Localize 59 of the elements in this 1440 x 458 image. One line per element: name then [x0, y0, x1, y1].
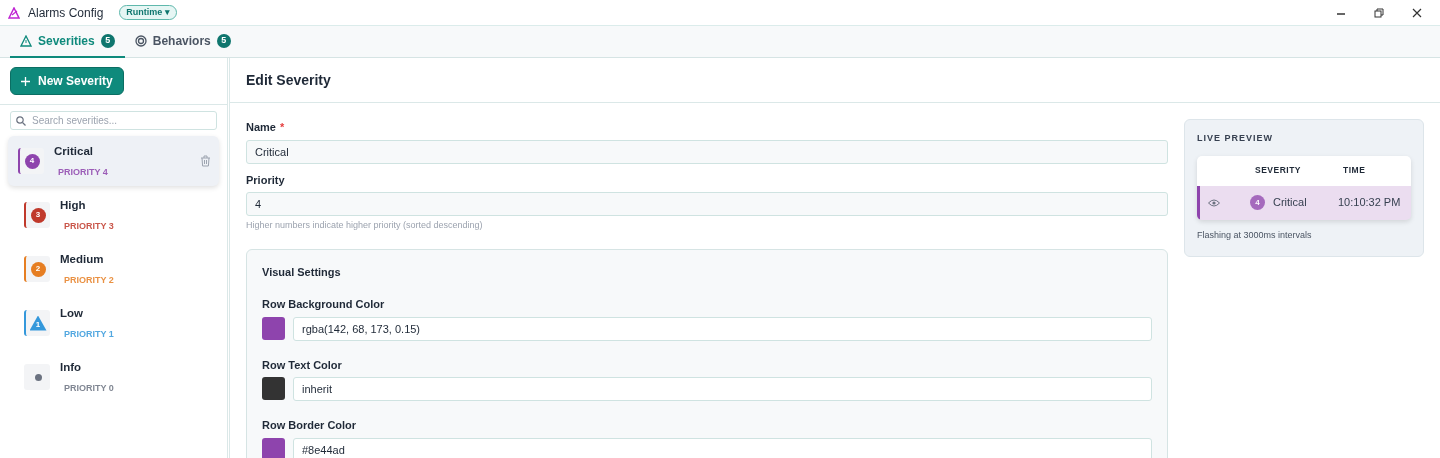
panel-title: LIVE PREVIEW	[1197, 132, 1274, 145]
tab[interactable]: Severities 5	[10, 26, 125, 58]
priority-label: PRIORITY 3	[64, 219, 115, 233]
field-label: Row Background Color	[262, 297, 386, 312]
field-label: Row Border Color	[262, 418, 358, 433]
priority-label: PRIORITY 4	[58, 165, 109, 179]
field-label: Priority	[246, 172, 286, 188]
field-label: Row Text Color	[262, 357, 343, 373]
mode-dropdown[interactable]: Runtime ▾	[119, 4, 177, 21]
input-field[interactable]: #8e44ad	[293, 437, 1152, 458]
severity-list-item[interactable]: 2 Medium PRIORITY 2	[8, 244, 219, 294]
color-swatch[interactable]	[262, 377, 285, 400]
eye-icon	[1208, 198, 1220, 207]
required-mark: *	[279, 120, 285, 135]
trash-icon	[200, 155, 211, 167]
severity-list-item[interactable]: 3 High PRIORITY 3	[8, 190, 219, 240]
section-title: Edit Severity	[230, 58, 1440, 103]
hint-text: Higher numbers indicate higher priority (sorted descending)	[246, 219, 484, 232]
status-text: Flashing at 3000ms intervals	[1197, 228, 1313, 242]
window-title: Alarms Config	[28, 4, 104, 22]
table-cell-text: 10:10:32 PM	[1338, 195, 1401, 211]
priority-label: PRIORITY 0	[64, 381, 115, 395]
close-icon	[1412, 7, 1422, 18]
search-field[interactable]: Search severities...	[10, 111, 217, 130]
severity-name: Info	[60, 359, 83, 375]
severity-name: Critical	[54, 143, 94, 159]
severity-badge: 3	[30, 207, 46, 223]
severity-badge: 4	[24, 153, 40, 169]
color-swatch[interactable]	[262, 437, 285, 458]
target-icon	[134, 35, 147, 47]
card-title: Visual Settings	[262, 264, 342, 280]
severity-badge: 4	[1250, 195, 1265, 210]
column-header: TIME	[1343, 164, 1366, 177]
table-cell-text: Critical	[1273, 195, 1308, 211]
field-label: Name	[246, 120, 276, 135]
severity-name: High	[60, 197, 87, 213]
severity-name: Medium	[60, 251, 105, 267]
new-severity-button[interactable]: New Severity	[10, 67, 124, 95]
severity-badge: 1	[29, 315, 47, 331]
severity-name: Low	[60, 305, 84, 321]
priority-label: PRIORITY 2	[64, 273, 115, 287]
restore-icon	[1374, 7, 1384, 18]
warning-icon	[20, 35, 32, 47]
input-field[interactable]: 4	[246, 192, 1168, 216]
count-badge: 5	[216, 34, 231, 48]
priority-label: PRIORITY 1	[64, 327, 115, 341]
tab[interactable]: Behaviors 5	[124, 26, 241, 58]
input-field[interactable]: Critical	[246, 139, 1168, 164]
severity-list-item[interactable]: Info PRIORITY 0	[8, 352, 219, 402]
column-header: SEVERITY	[1255, 164, 1303, 177]
severity-list-item[interactable]: 4 Critical PRIORITY 4	[8, 136, 219, 186]
count-badge: 5	[100, 34, 115, 48]
plus-icon	[21, 76, 30, 86]
input-field[interactable]: rgba(142, 68, 173, 0.15)	[293, 316, 1152, 341]
severity-list-item[interactable]: 1 Low PRIORITY 1	[8, 298, 219, 348]
severity-badge: 2	[30, 261, 46, 277]
app-logo-icon	[8, 6, 20, 19]
input-field[interactable]: inherit	[293, 377, 1152, 401]
color-swatch[interactable]	[262, 316, 285, 340]
